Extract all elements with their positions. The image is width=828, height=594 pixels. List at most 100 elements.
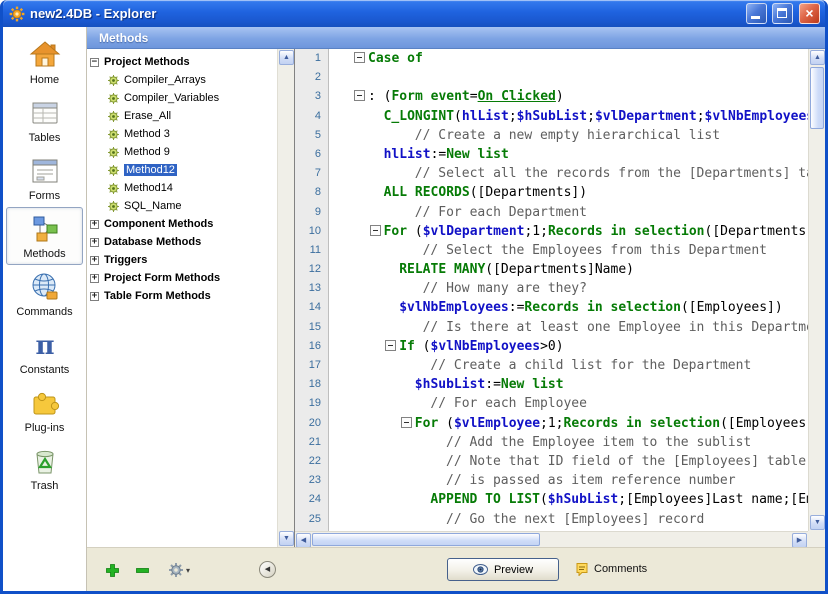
code-token: // is passed as item reference number <box>446 473 736 488</box>
code-line[interactable]: // is passed as item reference number <box>330 471 808 490</box>
scroll-right-icon[interactable]: ▶ <box>792 533 807 547</box>
sidebar-item-forms[interactable]: Forms <box>6 149 83 207</box>
code-line[interactable]: Case of <box>330 49 808 68</box>
tree-group-row[interactable]: −Project Methods <box>90 53 277 71</box>
code-line[interactable] <box>330 68 808 87</box>
tree-group-row[interactable]: + Project Form Methods <box>90 269 277 287</box>
code-line[interactable]: For ($vlEmployee;1;Records in selection(… <box>330 414 808 433</box>
tree-item-label: Compiler_Variables <box>124 92 219 104</box>
tree-group-row[interactable]: + Database Methods <box>90 233 277 251</box>
line-number: 13 <box>295 279 328 298</box>
code-line[interactable]: // Add the Employee item to the sublist <box>330 433 808 452</box>
close-button[interactable]: × <box>799 3 820 24</box>
fold-toggle-icon[interactable] <box>354 90 365 101</box>
code-editor[interactable]: 1234567891011121314151617181920212223242… <box>295 49 825 547</box>
tree-group-row[interactable]: +Table Form Methods <box>90 287 277 305</box>
comment-note-icon <box>575 562 589 576</box>
tree-scrollbar[interactable]: ▲ ▼ <box>277 49 294 547</box>
preview-button[interactable]: Preview <box>447 558 559 581</box>
expand-expander-icon[interactable]: + <box>90 292 99 301</box>
code-line[interactable]: : (Form event=On Clicked) <box>330 87 808 106</box>
sidebar-item-methods[interactable]: Methods <box>6 207 83 265</box>
code-line[interactable]: C_LONGINT(hlList;$hSubList;$vlDepartment… <box>330 107 808 126</box>
code-token: $vlDepartment <box>423 224 525 239</box>
maximize-button[interactable] <box>772 3 793 24</box>
sidebar-item-constants[interactable]: πConstants <box>6 323 83 381</box>
tree-group-row[interactable]: +Component Methods <box>90 215 277 233</box>
tree-group-row[interactable]: +Triggers <box>90 251 277 269</box>
sidebar-item-commands[interactable]: Commands <box>6 265 83 323</box>
line-number: 16 <box>295 337 328 356</box>
tree-method-row[interactable]: Erase_All <box>90 107 277 125</box>
add-method-button[interactable] <box>101 559 123 581</box>
tree-method-row[interactable]: Method12 <box>90 161 277 179</box>
line-number: 4 <box>295 107 328 126</box>
collapse-panel-button[interactable]: ◀ <box>259 561 276 578</box>
code-line[interactable]: // Create a child list for the Departmen… <box>330 356 808 375</box>
code-token: If <box>399 339 415 354</box>
sidebar-item-home[interactable]: Home <box>6 33 83 91</box>
tree-item-label: Method 9 <box>124 146 170 158</box>
collapse-expander-icon[interactable]: − <box>90 58 99 67</box>
sidebar-item-trash[interactable]: Trash <box>6 439 83 497</box>
code-token: For <box>384 224 407 239</box>
scroll-down-icon[interactable]: ▼ <box>810 515 825 530</box>
code-line[interactable]: For ($vlDepartment;1;Records in selectio… <box>330 222 808 241</box>
tree-method-row[interactable]: Compiler_Variables <box>90 89 277 107</box>
code-token: Records in selection <box>524 300 681 315</box>
sidebar-item-plugins[interactable]: Plug-ins <box>6 381 83 439</box>
line-number: 18 <box>295 375 328 394</box>
expand-expander-icon[interactable]: + <box>90 274 99 283</box>
code-line[interactable]: APPEND TO LIST($hSubList;[Employees]Last… <box>330 490 808 509</box>
fold-toggle-icon[interactable] <box>354 52 365 63</box>
tree-method-row[interactable]: Method 9 <box>90 143 277 161</box>
code-line[interactable]: // For each Employee <box>330 394 808 413</box>
fold-toggle-icon[interactable] <box>385 340 396 351</box>
vertical-scroll-thumb[interactable] <box>810 67 824 129</box>
editor-vertical-scrollbar[interactable]: ▲ ▼ <box>808 49 825 531</box>
expand-expander-icon[interactable]: + <box>90 256 99 265</box>
tree-method-row[interactable]: Method14 <box>90 179 277 197</box>
sidebar-item-tables[interactable]: Tables <box>6 91 83 149</box>
fold-toggle-icon[interactable] <box>370 225 381 236</box>
code-line[interactable]: // How many are they? <box>330 279 808 298</box>
tree-method-row[interactable]: SQL_Name <box>90 197 277 215</box>
tree-item-label: Erase_All <box>124 110 171 122</box>
code-line[interactable]: // Create a new empty hierarchical list <box>330 126 808 145</box>
scroll-left-icon[interactable]: ◀ <box>296 533 311 547</box>
expand-expander-icon[interactable]: + <box>90 220 99 229</box>
code-line[interactable]: // Note that ID field of the [Employees]… <box>330 452 808 471</box>
code-line[interactable]: // For each Department <box>330 203 808 222</box>
scroll-down-icon[interactable]: ▼ <box>279 531 294 546</box>
horizontal-scroll-thumb[interactable] <box>312 533 540 546</box>
scroll-up-icon[interactable]: ▲ <box>279 50 294 65</box>
line-number: 7 <box>295 164 328 183</box>
code-line[interactable]: hlList:=New list <box>330 145 808 164</box>
scroll-up-icon[interactable]: ▲ <box>810 50 825 65</box>
tree-method-row[interactable]: Method 3 <box>90 125 277 143</box>
code-line[interactable]: If ($vlNbEmployees>0) <box>330 337 808 356</box>
options-gear-button[interactable]: ▾ <box>163 559 195 581</box>
code-line[interactable]: RELATE MANY([Departments]Name) <box>330 260 808 279</box>
tree-item-label: Project Form Methods <box>104 272 220 284</box>
code-line[interactable]: // Is there at least one Employee in thi… <box>330 318 808 337</box>
code-line[interactable]: // Go the next [Employees] record <box>330 510 808 529</box>
delete-method-button[interactable] <box>131 559 153 581</box>
titlebar[interactable]: new2.4DB - Explorer × <box>3 0 825 27</box>
code-line[interactable]: ALL RECORDS([Departments]) <box>330 183 808 202</box>
expand-expander-icon[interactable]: + <box>90 238 99 247</box>
code-line[interactable]: // Select all the records from the [Depa… <box>330 164 808 183</box>
code-lines[interactable]: Case of : (Form event=On Clicked)C_LONGIN… <box>330 49 808 531</box>
method-icon <box>107 146 120 159</box>
minimize-button[interactable] <box>746 3 767 24</box>
editor-horizontal-scrollbar[interactable]: ◀ ▶ <box>295 531 808 547</box>
code-token: = <box>470 89 478 104</box>
code-line[interactable]: $vlNbEmployees:=Records in selection([Em… <box>330 298 808 317</box>
fold-toggle-icon[interactable] <box>401 417 412 428</box>
code-line[interactable]: // Select the Employees from this Depart… <box>330 241 808 260</box>
tree-item-label: Database Methods <box>104 236 201 248</box>
plus-icon <box>105 563 120 578</box>
code-line[interactable]: $hSubList:=New list <box>330 375 808 394</box>
tree-method-row[interactable]: Compiler_Arrays <box>90 71 277 89</box>
comments-button[interactable]: Comments <box>575 562 647 576</box>
